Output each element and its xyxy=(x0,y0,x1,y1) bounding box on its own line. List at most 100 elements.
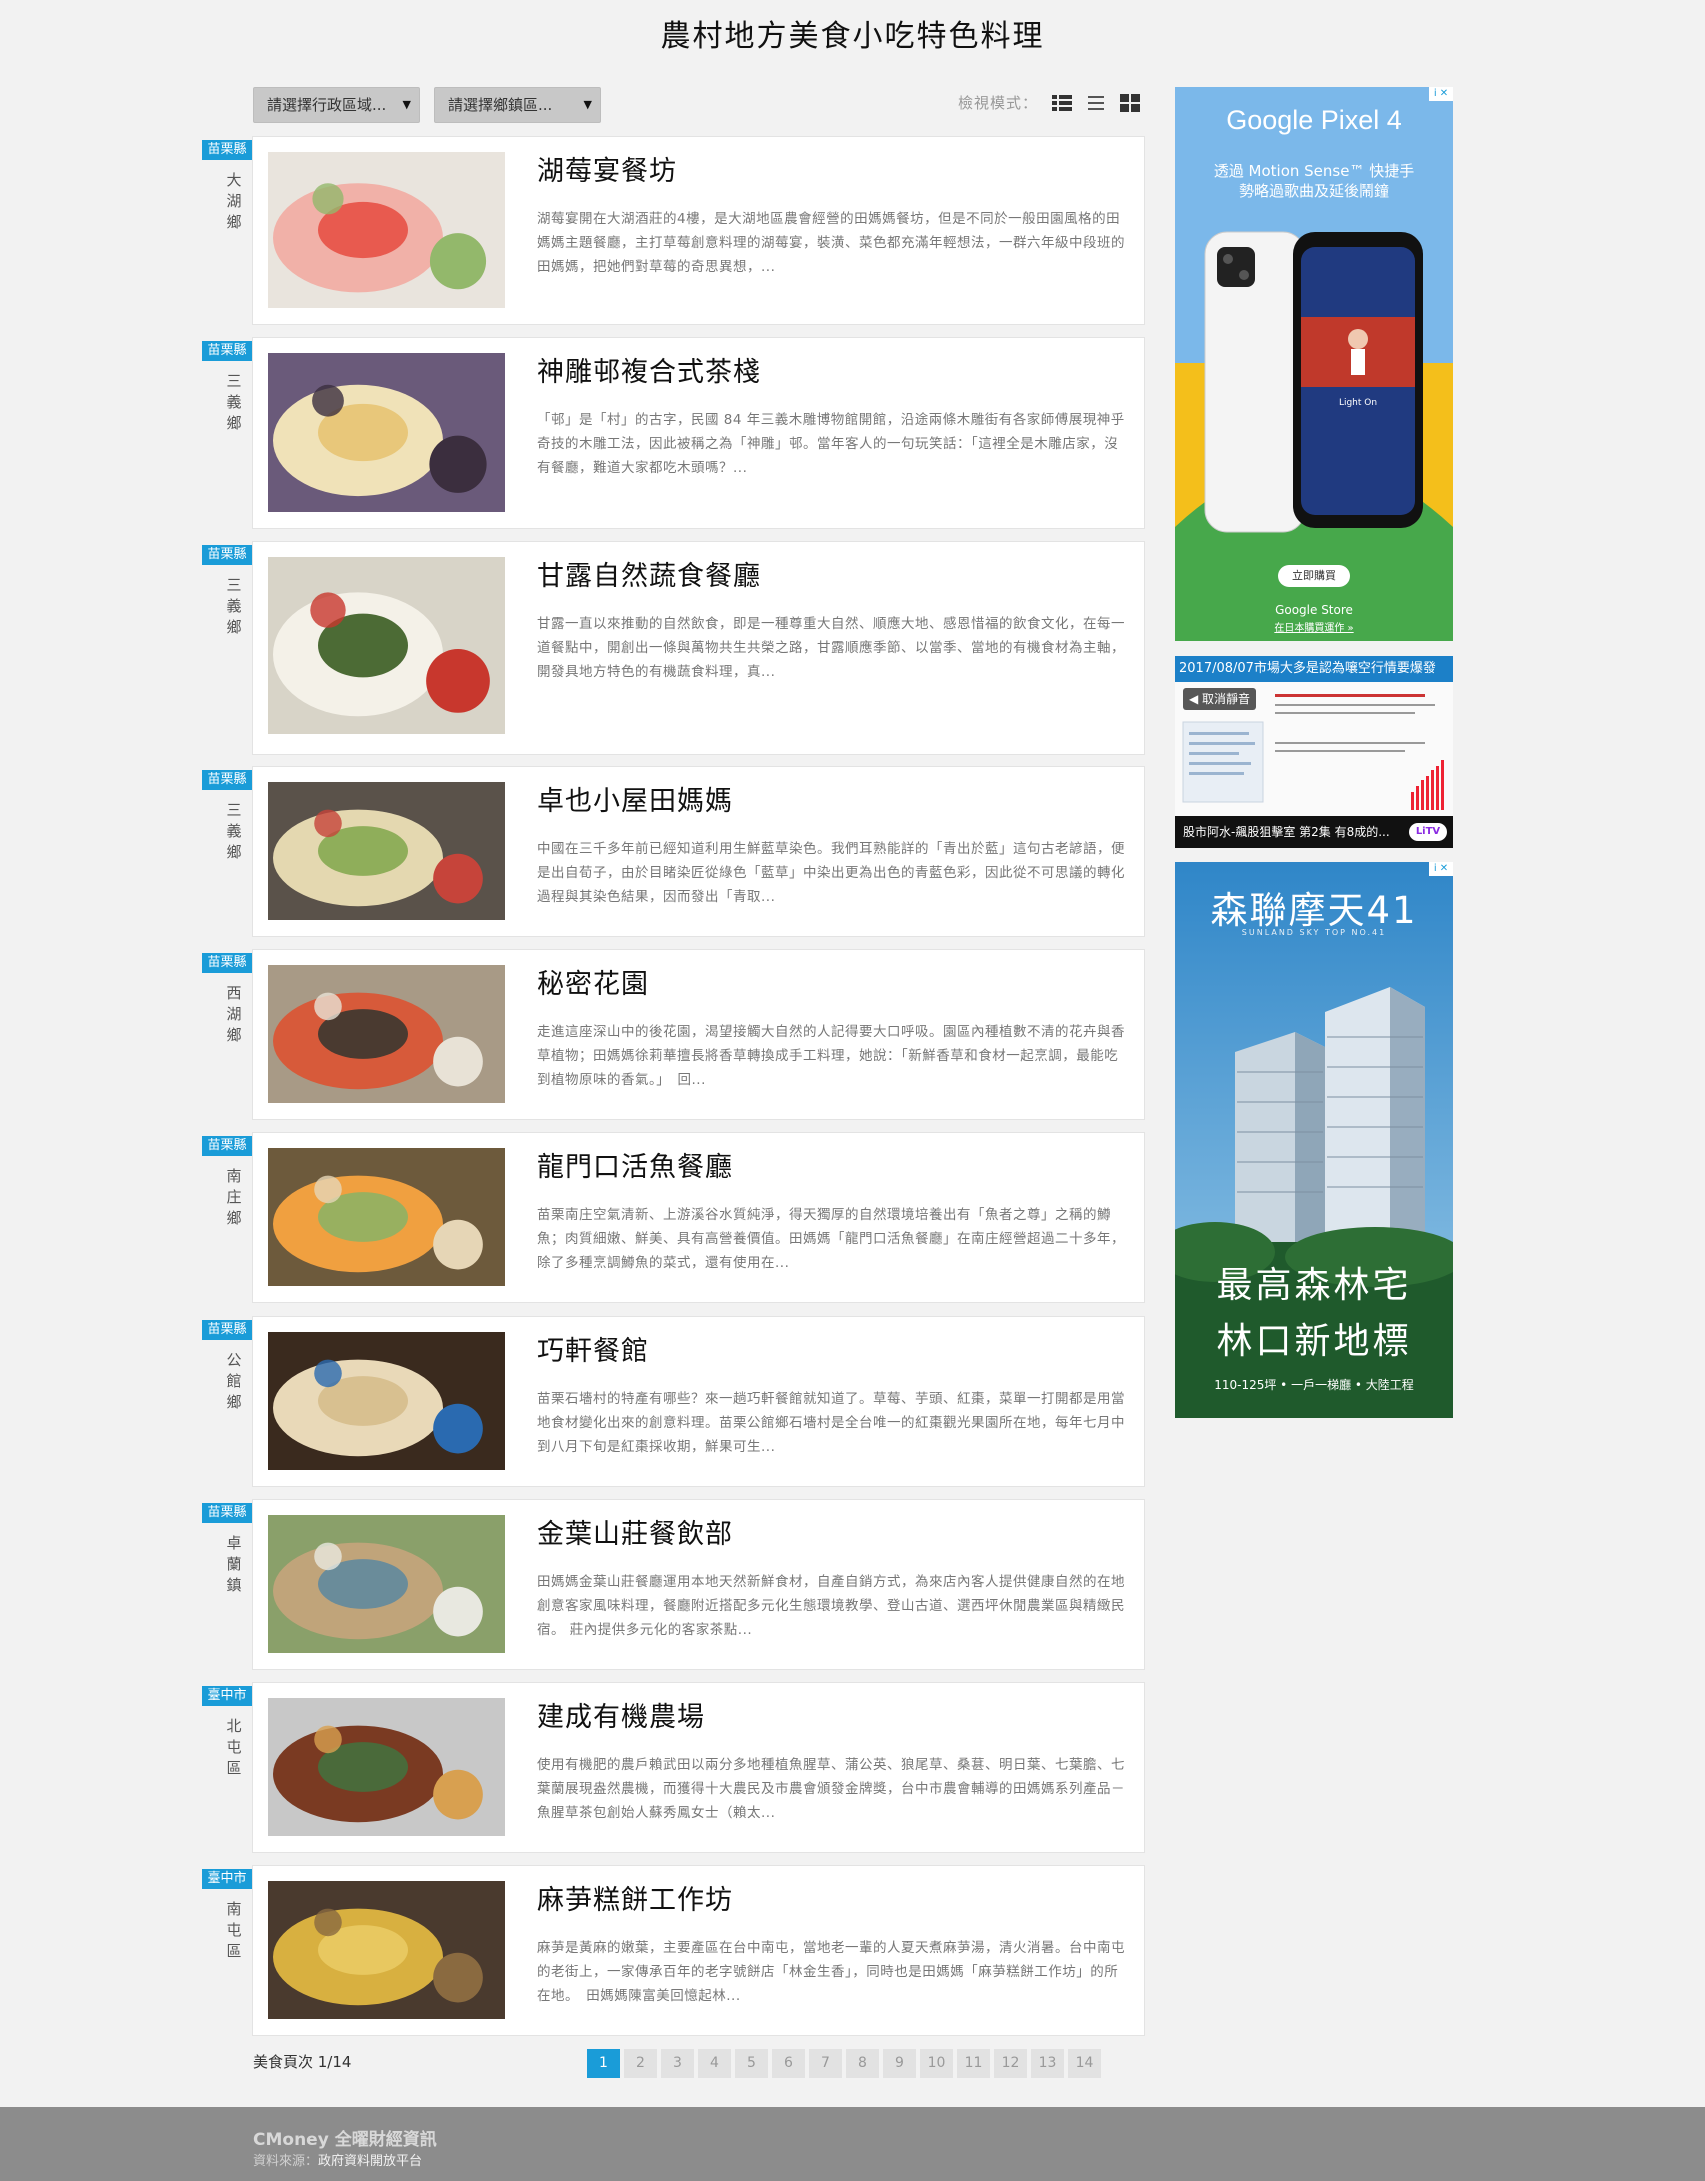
county-badge[interactable]: 苗栗縣 xyxy=(202,1320,252,1340)
footer-source-value[interactable]: 政府資料開放平台 xyxy=(318,2154,422,2169)
township-select[interactable]: 請選擇鄉鎮區... ▼ xyxy=(434,87,601,123)
county-badge[interactable]: 苗栗縣 xyxy=(202,1136,252,1156)
county-badge[interactable]: 臺中市 xyxy=(202,1686,252,1706)
restaurant-photo[interactable] xyxy=(268,965,505,1103)
page-button[interactable]: 13 xyxy=(1031,2049,1064,2078)
ad-pixel-store-link[interactable]: 在日本購買運作 » xyxy=(1175,619,1453,634)
ad-realestate-title: 森聯摩天41 xyxy=(1210,889,1418,932)
ad-video-mute-button[interactable]: ◀ 取消靜音 xyxy=(1183,688,1257,710)
page-button[interactable]: 12 xyxy=(994,2049,1027,2078)
restaurant-card[interactable]: 神雕邨複合式茶棧 「邨」是「村」的古字，民國 84 年三義木雕博物館開館，沿途兩… xyxy=(252,337,1145,529)
restaurant-description: 走進這座深山中的後花園，渴望接觸大自然的人記得要大口呼吸。園區內種植數不清的花卉… xyxy=(537,1024,1125,1088)
list-item: 苗栗縣 三義鄉 甘露自然蔬食餐廳 甘露一直以來推動的自然飲食，即是一種尊重大自然… xyxy=(0,541,1160,755)
restaurant-photo[interactable] xyxy=(268,782,505,920)
restaurant-name[interactable]: 卓也小屋田媽媽 xyxy=(537,783,733,821)
list-view-icon[interactable] xyxy=(1086,93,1107,112)
restaurant-card[interactable]: 巧軒餐館 苗栗石墻村的特產有哪些？來一趟巧軒餐館就知道了。草莓、芋頭、紅棗，菜單… xyxy=(252,1316,1145,1487)
restaurant-name[interactable]: 建成有機農場 xyxy=(537,1699,705,1737)
ad-realestate-specs: 110-125坪 • 一戶一梯廳 • 大陸工程 xyxy=(1214,1378,1414,1392)
dropdown-arrow-icon: ▼ xyxy=(402,98,411,111)
filter-bar: 請選擇行政區域... ▼ 請選擇鄉鎮區... ▼ xyxy=(253,87,601,123)
dropdown-arrow-icon: ▼ xyxy=(583,98,592,111)
restaurant-photo[interactable] xyxy=(268,557,505,734)
restaurant-name[interactable]: 金葉山莊餐飲部 xyxy=(537,1516,733,1554)
page-button[interactable]: 1 xyxy=(587,2049,620,2078)
page-button[interactable]: 4 xyxy=(698,2049,731,2078)
restaurant-photo[interactable] xyxy=(268,1332,505,1470)
restaurant-photo[interactable] xyxy=(268,1515,505,1653)
county-badge[interactable]: 苗栗縣 xyxy=(202,953,252,973)
restaurant-card[interactable]: 卓也小屋田媽媽 中國在三千多年前已經知道利用生鮮藍草染色。我們耳熟能詳的「青出於… xyxy=(252,766,1145,937)
restaurant-card[interactable]: 麻芛糕餅工作坊 麻芛是黃麻的嫩葉，主要產區在台中南屯，當地老一輩的人夏天煮麻芛湯… xyxy=(252,1865,1145,2036)
ad-video[interactable]: 2017/08/07市場大多是認為嚷空行情要爆發 ◀ 取消靜音 股市阿水-飆股狙… xyxy=(1175,656,1453,848)
restaurant-photo[interactable] xyxy=(268,1881,505,2019)
detail-view-icon[interactable] xyxy=(1052,93,1073,112)
photo-artwork xyxy=(268,152,505,308)
restaurant-name[interactable]: 巧軒餐館 xyxy=(537,1333,649,1371)
restaurant-name[interactable]: 神雕邨複合式茶棧 xyxy=(537,354,761,392)
page-button[interactable]: 11 xyxy=(957,2049,990,2078)
restaurant-name[interactable]: 湖莓宴餐坊 xyxy=(537,153,677,191)
page-button[interactable]: 3 xyxy=(661,2049,694,2078)
restaurant-photo[interactable] xyxy=(268,353,505,512)
restaurant-card[interactable]: 秘密花園 走進這座深山中的後花園，渴望接觸大自然的人記得要大口呼吸。園區內種植數… xyxy=(252,949,1145,1120)
county-badge[interactable]: 苗栗縣 xyxy=(202,1503,252,1523)
list-item: 臺中市 南屯區 麻芛糕餅工作坊 麻芛是黃麻的嫩葉，主要產區在台中南屯，當地老一輩… xyxy=(0,1865,1160,2036)
list-item: 苗栗縣 西湖鄉 秘密花園 走進這座深山中的後花園，渴望接觸大自然的人記得要大口呼… xyxy=(0,949,1160,1120)
township-label: 三義鄉 xyxy=(226,576,242,636)
ad-pixel-buy-button[interactable]: 立即購買 xyxy=(1278,565,1350,587)
ad-google-pixel[interactable]: i ✕ Google Pixel 4 透過 Motion Sense™ 快捷手勢… xyxy=(1175,87,1453,641)
restaurant-card[interactable]: 龍門口活魚餐廳 苗栗南庄空氣清新、上游溪谷水質純淨，得天獨厚的自然環境培養出有「… xyxy=(252,1132,1145,1303)
restaurant-card[interactable]: 建成有機農場 使用有機肥的農戶賴武田以兩分多地種植魚腥草、蒲公英、狼尾草、桑葚、… xyxy=(252,1682,1145,1853)
page-button[interactable]: 14 xyxy=(1068,2049,1101,2078)
restaurant-name[interactable]: 龍門口活魚餐廳 xyxy=(537,1149,733,1187)
restaurant-name[interactable]: 甘露自然蔬食餐廳 xyxy=(537,558,761,596)
township-label: 公館鄉 xyxy=(226,1351,242,1411)
page-button[interactable]: 2 xyxy=(624,2049,657,2078)
footer-source-label: 資料來源： xyxy=(253,2154,319,2169)
restaurant-card[interactable]: 湖莓宴餐坊 湖莓宴開在大湖酒莊的4樓，是大湖地區農會經營的田媽媽餐坊，但是不同於… xyxy=(252,136,1145,325)
restaurant-description: 中國在三千多年前已經知道利用生鮮藍草染色。我們耳熟能詳的「青出於藍」這句古老諺語… xyxy=(537,841,1125,905)
footer-source: 資料來源：政府資料開放平台 xyxy=(253,2150,422,2169)
county-badge[interactable]: 苗栗縣 xyxy=(202,770,252,790)
ad-pixel-title: Google Pixel 4 xyxy=(1226,105,1402,135)
page-button[interactable]: 10 xyxy=(920,2049,953,2078)
township-label: 北屯區 xyxy=(226,1717,242,1777)
photo-artwork xyxy=(268,1881,505,2019)
county-badge[interactable]: 苗栗縣 xyxy=(202,140,252,160)
page-title: 農村地方美食小吃特色料理 xyxy=(660,19,1045,54)
restaurant-name[interactable]: 秘密花園 xyxy=(537,966,649,1004)
page-button[interactable]: 8 xyxy=(846,2049,879,2078)
page-button[interactable]: 7 xyxy=(809,2049,842,2078)
restaurant-photo[interactable] xyxy=(268,1148,505,1286)
restaurant-description: 苗栗石墻村的特產有哪些？來一趟巧軒餐館就知道了。草莓、芋頭、紅棗，菜單一打開都是… xyxy=(537,1391,1125,1455)
restaurant-card[interactable]: 甘露自然蔬食餐廳 甘露一直以來推動的自然飲食，即是一種尊重大自然、順應大地、感恩… xyxy=(252,541,1145,755)
footer: CMoney 全曜財經資訊 資料來源：政府資料開放平台 xyxy=(0,2107,1705,2181)
page-button[interactable]: 5 xyxy=(735,2049,768,2078)
footer-brand[interactable]: CMoney 全曜財經資訊 xyxy=(253,2125,437,2150)
township-label: 大湖鄉 xyxy=(226,171,242,231)
restaurant-card[interactable]: 金葉山莊餐飲部 田媽媽金葉山莊餐廳運用本地天然新鮮食材，自產自銷方式，為來店內客… xyxy=(252,1499,1145,1670)
grid-view-icon[interactable] xyxy=(1120,93,1141,112)
county-badge[interactable]: 苗栗縣 xyxy=(202,545,252,565)
list-item: 苗栗縣 三義鄉 卓也小屋田媽媽 中國在三千多年前已經知道利用生鮮藍草染色。我們耳… xyxy=(0,766,1160,937)
restaurant-description: 麻芛是黃麻的嫩葉，主要產區在台中南屯，當地老一輩的人夏天煮麻芛湯，清火消暑。台中… xyxy=(537,1940,1125,2004)
restaurant-photo[interactable] xyxy=(268,152,505,308)
region-select[interactable]: 請選擇行政區域... ▼ xyxy=(253,87,420,123)
township-label: 南屯區 xyxy=(226,1900,242,1960)
photo-artwork xyxy=(268,1148,505,1286)
page-button[interactable]: 6 xyxy=(772,2049,805,2078)
county-badge[interactable]: 苗栗縣 xyxy=(202,341,252,361)
county-badge[interactable]: 臺中市 xyxy=(202,1869,252,1889)
ad-realestate-line2: 林口新地標 xyxy=(1216,1321,1412,1362)
ad-choices-badge[interactable]: i ✕ xyxy=(1429,87,1453,101)
township-label: 南庄鄉 xyxy=(226,1167,242,1227)
page-button[interactable]: 9 xyxy=(883,2049,916,2078)
ad-realestate[interactable]: i ✕ 森聯摩天41 SUNLAND SKY TOP NO.41 最高森林宅 林… xyxy=(1175,862,1453,1418)
restaurant-photo[interactable] xyxy=(268,1698,505,1836)
ad-realestate-subtitle: SUNLAND SKY TOP NO.41 xyxy=(1241,928,1387,937)
ad-choices-badge[interactable]: i ✕ xyxy=(1429,862,1453,876)
pagination: 1 2 3 4 5 6 7 8 9 10 11 12 13 14 xyxy=(587,2049,1101,2078)
restaurant-name[interactable]: 麻芛糕餅工作坊 xyxy=(537,1882,733,1920)
photo-artwork xyxy=(268,557,505,734)
